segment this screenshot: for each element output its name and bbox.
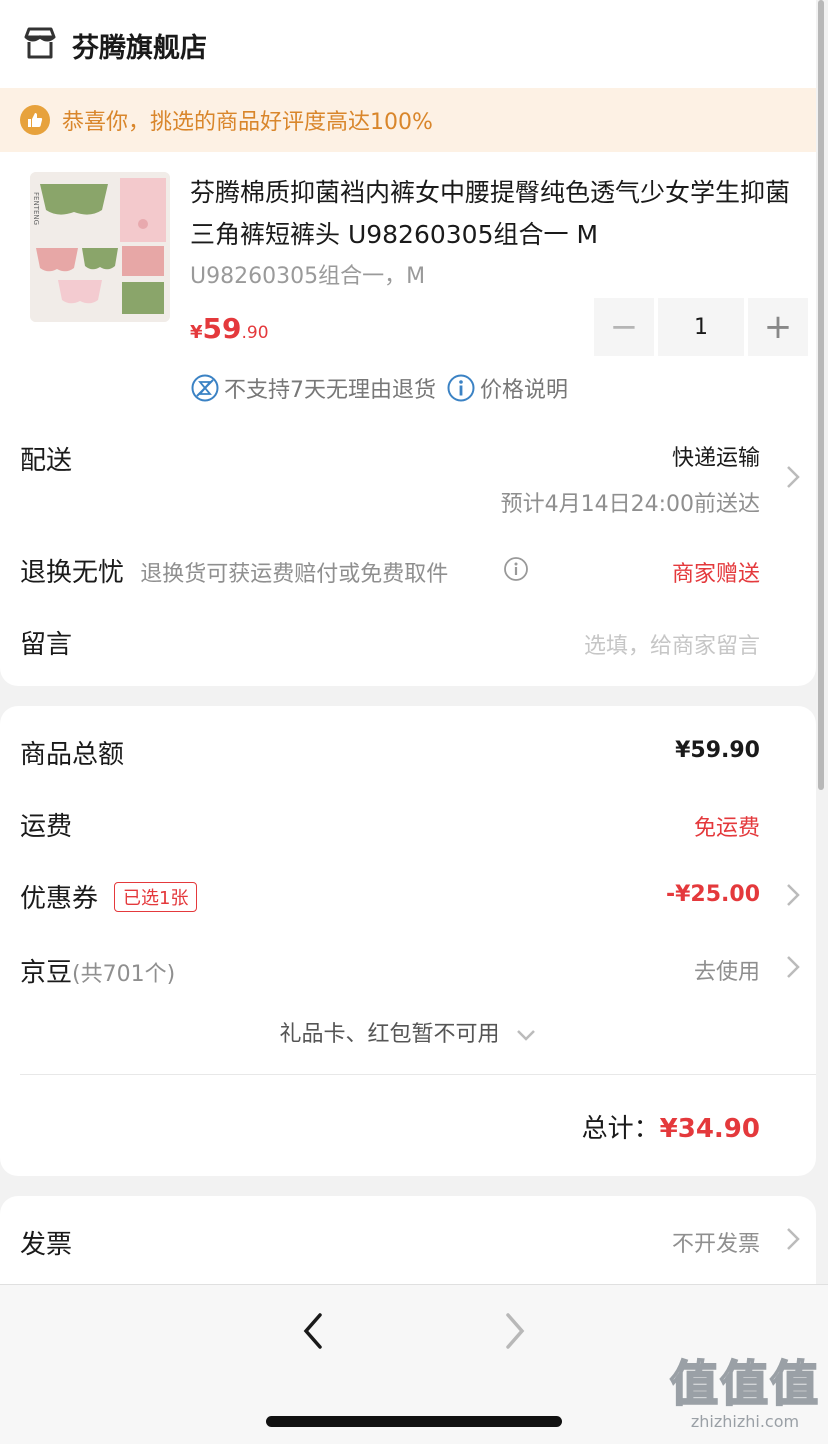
no-return-text: 不支持7天无理由退货 [224,378,436,403]
total-row: 总计：¥34.90 [582,1108,760,1145]
price-info-link[interactable]: 价格说明 [480,372,568,404]
watermark-url: zhizhizhi.com [690,1412,800,1431]
giftcard-text: 礼品卡、红包暂不可用 [279,1022,500,1047]
coupon-tag: 已选1张 [114,881,198,912]
returns-info-icon[interactable] [503,556,529,586]
total-value: ¥34.90 [659,1114,760,1144]
no-return-icon [190,373,220,403]
beans-action[interactable]: 去使用 [694,954,760,986]
price-decimal: .90 [241,323,269,343]
beans-count: (共701个) [72,962,176,987]
delivery-label: 配送 [20,446,73,476]
back-arrow-icon[interactable] [298,1311,328,1351]
thumbs-up-icon [20,105,50,135]
price-summary-card: 商品总额 ¥59.90 运费 免运费 优惠券 已选1张 -¥25.00 京豆(共7… [0,706,816,1176]
home-indicator[interactable] [266,1416,562,1427]
goods-total-label: 商品总额 [20,740,125,770]
product-spec: U98260305组合一，M [190,264,426,289]
chevron-right-icon[interactable] [784,882,802,908]
rating-text: 恭喜你，挑选的商品好评度高达100% [62,110,433,135]
decrease-button[interactable]: − [594,298,654,356]
quantity-stepper[interactable]: − 1 + [594,298,808,356]
total-label: 总计： [581,1114,660,1144]
info-icon[interactable] [446,373,476,403]
price-integer: 59 [202,312,242,345]
price-symbol: ¥ [190,322,203,343]
product-price: ¥59.90 [190,312,269,345]
product-thumbnail[interactable]: FENTENG [30,172,170,322]
shipping-value: 免运费 [693,816,760,841]
quantity-value[interactable]: 1 [658,298,744,356]
goods-total-value: ¥59.90 [675,738,760,763]
returns-value: 商家赠送 [671,562,760,587]
coupon-value[interactable]: -¥25.00 [666,882,760,907]
product-title[interactable]: 芬腾棉质抑菌裆内裤女中腰提臀纯色透气少女学生抑菌三角裤短裤头 U98260305… [190,172,800,256]
scrollbar[interactable] [818,0,824,790]
product-tags: 不支持7天无理由退货 价格说明 [190,372,568,404]
watermark: 值值值 zhizhizhi.com [669,1355,820,1431]
delivery-eta: 预计4月14日24:00前送达 [500,492,760,517]
order-item-card: 芬腾旗舰店 恭喜你，挑选的商品好评度高达100% FENTENG 芬腾棉质抑菌裆… [0,0,816,686]
watermark-logo: 值值值 [669,1355,820,1413]
giftcard-toggle[interactable]: 礼品卡、红包暂不可用 [0,1016,816,1048]
message-label: 留言 [20,630,73,660]
divider [20,1074,816,1075]
chevron-right-icon[interactable] [784,464,802,490]
coupon-row[interactable]: 优惠券 已选1张 [20,878,198,915]
chevron-right-icon[interactable] [784,954,802,980]
chevron-right-icon[interactable] [784,1226,802,1252]
invoice-label: 发票 [20,1230,73,1260]
returns-row: 退换无忧 退换货可获运费赔付或免费取件 [20,552,448,589]
beans-row[interactable]: 京豆(共701个) [20,952,175,989]
store-header[interactable]: 芬腾旗舰店 [22,22,207,68]
beans-label: 京豆 [20,958,73,988]
coupon-label: 优惠券 [20,884,99,914]
returns-label: 退换无忧 [20,558,125,588]
store-name: 芬腾旗舰店 [72,32,207,64]
returns-desc: 退换货可获运费赔付或免费取件 [140,562,449,587]
forward-arrow-icon[interactable] [500,1311,530,1351]
thumbnail-brand-text: FENTENG [32,192,40,225]
store-icon [22,25,58,65]
invoice-card[interactable]: 发票 不开发票 [0,1196,816,1284]
invoice-value[interactable]: 不开发票 [672,1226,760,1258]
increase-button[interactable]: + [748,298,808,356]
delivery-method[interactable]: 快递运输 [672,440,760,472]
chevron-down-icon [516,1030,535,1041]
message-input[interactable]: 选填，给商家留言 [584,628,760,660]
rating-banner: 恭喜你，挑选的商品好评度高达100% [0,88,816,152]
shipping-label: 运费 [20,812,73,842]
